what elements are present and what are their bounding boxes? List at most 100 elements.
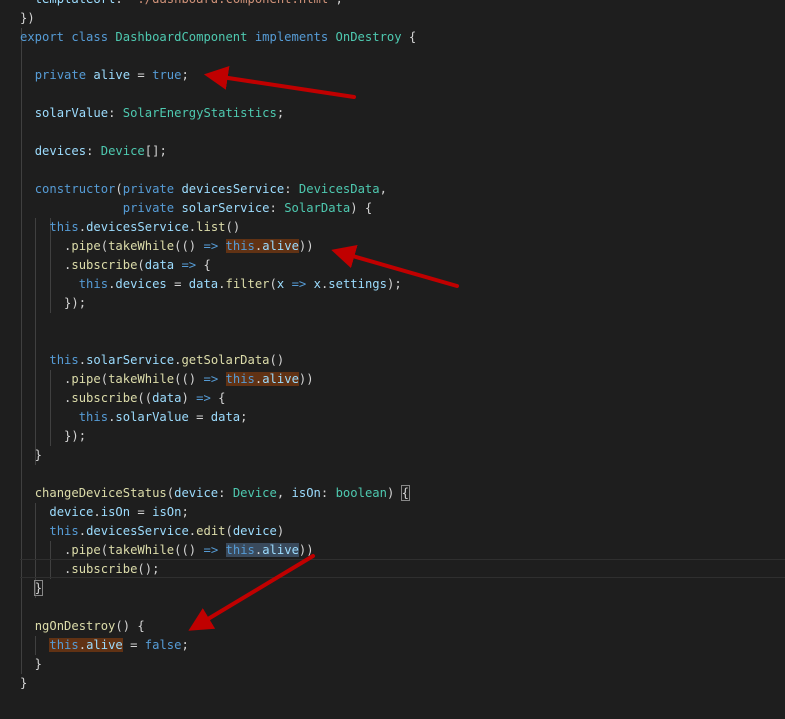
code-token: } (33, 580, 44, 596)
code-line[interactable]: .subscribe(); (20, 560, 159, 579)
code-token: class (71, 30, 109, 44)
code-token: ( (100, 239, 109, 253)
code-token: ; (181, 505, 189, 519)
code-line[interactable]: .subscribe(data => { (20, 256, 211, 275)
code-token: : (218, 486, 233, 500)
code-editor[interactable]: templateUrl: './dashboard.component.html… (0, 0, 785, 719)
code-line[interactable]: this.solarValue = data; (20, 408, 248, 427)
code-token: ; (240, 410, 248, 424)
code-token: OnDestroy (335, 30, 402, 44)
code-token: . (20, 562, 72, 576)
code-line[interactable]: }); (20, 294, 86, 313)
code-token: }); (20, 296, 87, 310)
code-token: }); (20, 429, 87, 443)
code-token: false (144, 638, 182, 652)
code-line[interactable]: .pipe(takeWhile(() => this.alive)) (20, 237, 314, 256)
code-line[interactable]: } (20, 655, 42, 674)
code-token: private (122, 201, 175, 215)
code-line[interactable]: this.alive = false; (20, 636, 189, 655)
code-token: : (284, 182, 299, 196)
code-token: ( (269, 277, 277, 291)
code-line[interactable]: this.devicesService.edit(device) (20, 522, 284, 541)
code-token: => (196, 391, 211, 405)
code-token: = (122, 638, 145, 652)
code-token: => (181, 258, 197, 272)
code-line[interactable]: this.devices = data.filter(x => x.settin… (20, 275, 402, 294)
code-line[interactable]: } (20, 579, 44, 598)
code-line[interactable]: this.devicesService.list() (20, 218, 240, 237)
code-token: alive (262, 372, 299, 386)
code-token: takeWhile (108, 372, 175, 386)
code-line[interactable]: ngOnDestroy() { (20, 617, 145, 636)
code-token: ( (166, 486, 175, 500)
code-line[interactable]: .pipe(takeWhile(() => this.alive)) (20, 541, 314, 560)
code-token: => (203, 543, 219, 557)
code-token: solarValue (34, 106, 109, 120)
code-line[interactable]: .subscribe((data) => { (20, 389, 226, 408)
code-line[interactable]: solarValue: SolarEnergyStatistics; (20, 104, 285, 123)
code-line[interactable]: } (20, 446, 42, 465)
code-token: edit (196, 524, 226, 538)
code-token: () { (115, 619, 145, 633)
code-line[interactable]: } (20, 674, 27, 693)
code-token: pipe (71, 239, 101, 253)
code-line[interactable]: changeDeviceStatus(device: Device, isOn:… (20, 484, 411, 503)
code-token: device (49, 505, 94, 519)
code-token: data (188, 277, 219, 291)
code-line[interactable]: export class DashboardComponent implemen… (20, 28, 416, 47)
code-line[interactable]: device.isOn = isOn; (20, 503, 189, 522)
code-token: subscribe (71, 562, 138, 576)
code-line[interactable]: private alive = true; (20, 66, 189, 85)
code-token: './dashboard.component.html' (130, 0, 335, 6)
code-token: ( (137, 258, 145, 272)
code-token: . (78, 524, 87, 538)
code-token: alive (86, 638, 123, 652)
code-line[interactable]: }); (20, 427, 86, 446)
code-token: alive (93, 68, 131, 82)
code-token: devicesService (86, 220, 189, 234)
code-token: . (78, 353, 87, 367)
code-token: Device (100, 144, 145, 158)
code-token: ; (181, 638, 189, 652)
code-line[interactable]: .pipe(takeWhile(() => this.alive)) (20, 370, 314, 389)
code-token: )) (298, 372, 314, 386)
code-token: ( (115, 182, 123, 196)
code-token: . (20, 258, 72, 272)
code-line[interactable]: constructor(private devicesService: Devi… (20, 180, 387, 199)
code-token: this (225, 543, 255, 557)
code-token: this (225, 372, 255, 386)
code-line[interactable]: private solarService: SolarData) { (20, 199, 373, 218)
code-token: solarService (181, 201, 270, 215)
code-token: )) (298, 543, 314, 557)
code-token: []; (144, 144, 167, 158)
code-token: ( (100, 372, 109, 386)
code-token: SolarEnergyStatistics (122, 106, 277, 120)
code-token: . (20, 372, 72, 386)
code-token: alive (262, 543, 299, 557)
code-token: (); (137, 562, 160, 576)
code-token: ) { (350, 201, 373, 215)
code-token: : (115, 0, 130, 6)
code-line[interactable]: devices: Device[]; (20, 142, 167, 161)
code-token: . (20, 239, 72, 253)
code-token: DevicesData (298, 182, 380, 196)
code-token: templateUrl (35, 0, 116, 6)
code-line[interactable]: templateUrl: './dashboard.component.html… (20, 0, 343, 9)
code-token: . (20, 543, 72, 557)
code-token: export (20, 30, 65, 44)
code-token: ) (181, 391, 197, 405)
code-token: ); (386, 277, 402, 291)
code-line[interactable]: }) (20, 9, 35, 28)
code-token: (() (174, 239, 204, 253)
code-token: }) (20, 11, 35, 25)
code-token: = (188, 410, 211, 424)
code-line[interactable]: this.solarService.getSolarData() (20, 351, 284, 370)
code-token: data (210, 410, 241, 424)
code-token: { (401, 30, 417, 44)
